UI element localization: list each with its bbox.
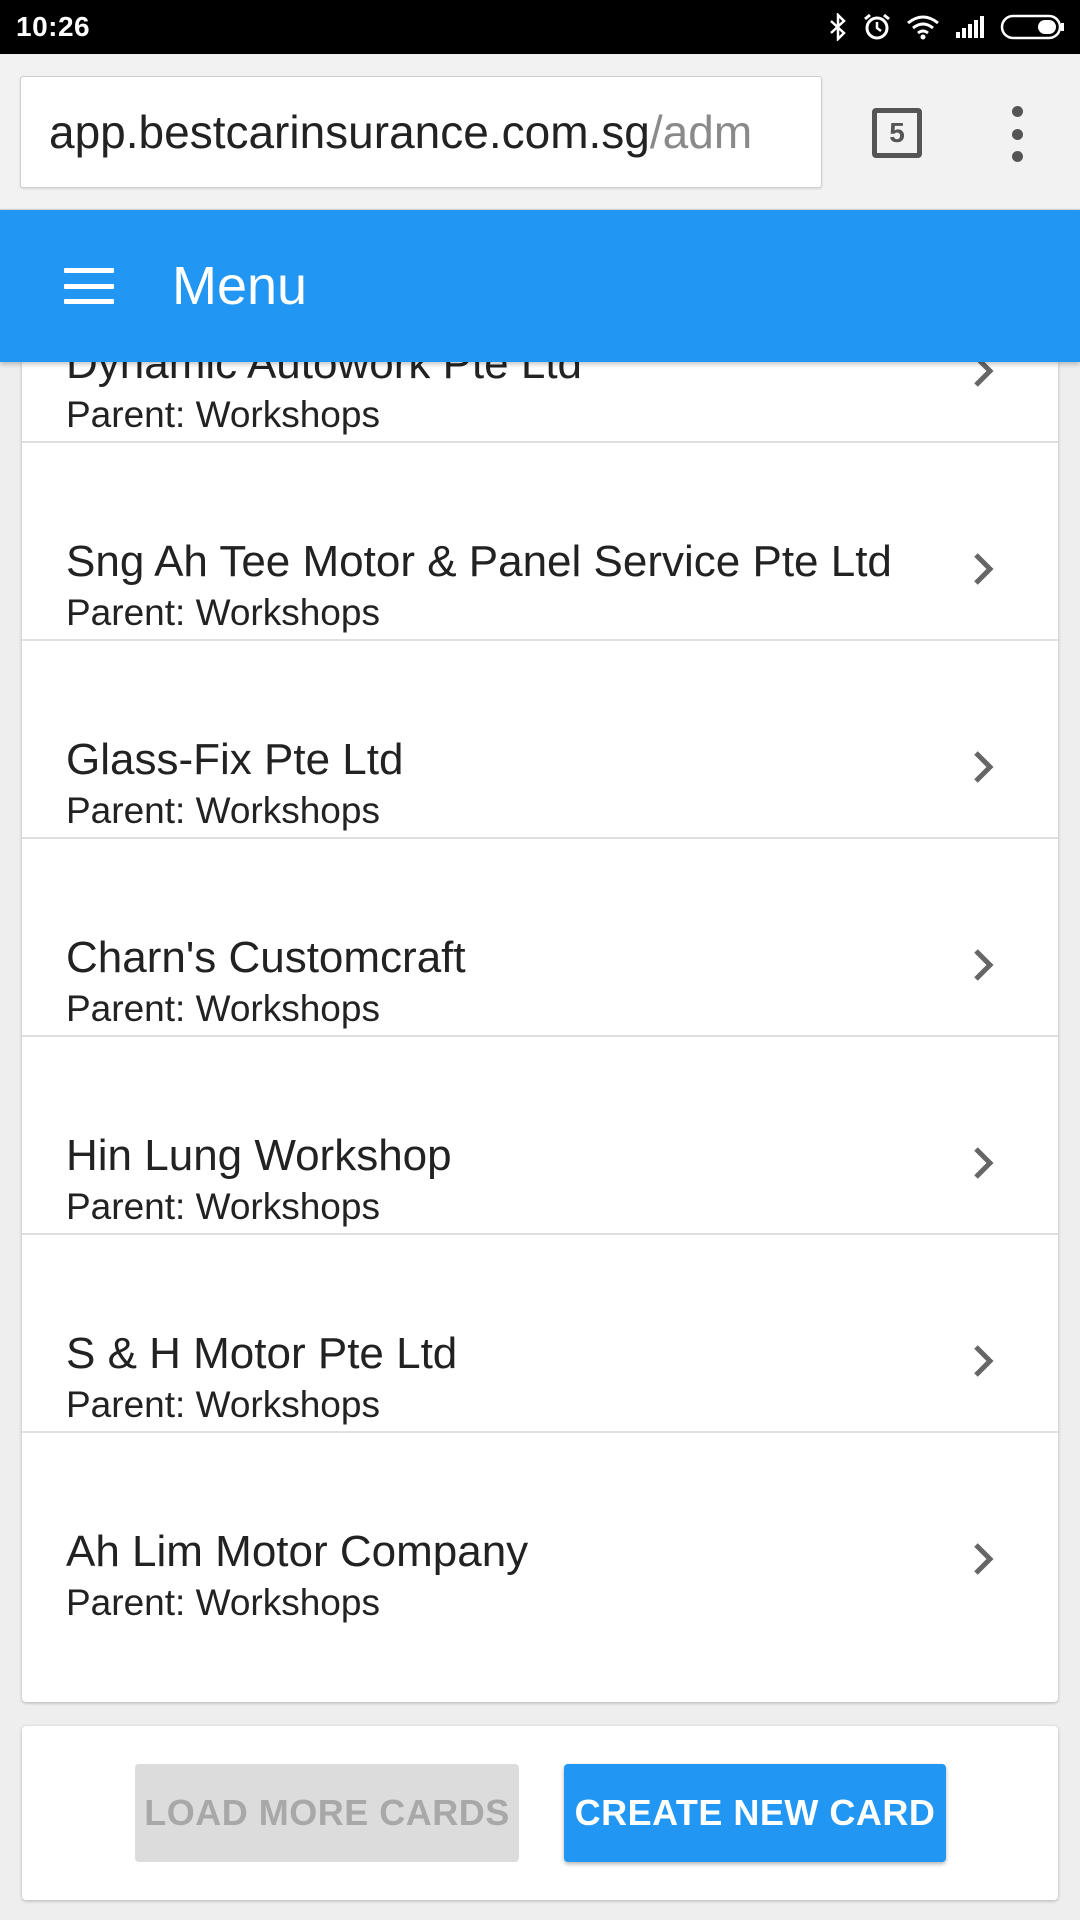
item-title: Hin Lung Workshop [66, 1131, 452, 1180]
item-title: Ah Lim Motor Company [66, 1527, 529, 1576]
dot [1011, 128, 1023, 140]
address-bar[interactable]: app.bestcarinsurance.com.sg/adm [20, 76, 822, 188]
chevron-right-icon [974, 553, 994, 585]
list-item[interactable]: Dynamic Autowork Pte Ltd Parent: Worksho… [22, 362, 1058, 443]
create-new-card-button[interactable]: CREATE NEW CARD [564, 1764, 946, 1862]
action-bar: LOAD MORE CARDS CREATE NEW CARD [22, 1726, 1058, 1900]
list-item[interactable]: S & H Motor Pte Ltd Parent: Workshops [22, 1235, 1058, 1433]
load-more-button[interactable]: LOAD MORE CARDS [135, 1764, 519, 1862]
app-bar: Menu [0, 210, 1080, 362]
item-subtitle: Parent: Workshops [66, 394, 380, 435]
chevron-right-icon [974, 1345, 994, 1377]
signal-icon [956, 16, 984, 38]
workshop-list: Dynamic Autowork Pte Ltd Parent: Worksho… [22, 362, 1058, 1702]
chevron-right-icon [974, 1543, 994, 1575]
more-options-icon[interactable] [995, 106, 1039, 162]
item-subtitle: Parent: Workshops [66, 988, 380, 1029]
browser-toolbar: app.bestcarinsurance.com.sg/adm 5 [0, 54, 1080, 210]
chevron-right-icon [974, 949, 994, 981]
url-host: app.bestcarinsurance.com.sg [49, 106, 650, 158]
list-item[interactable]: Sng Ah Tee Motor & Panel Service Pte Ltd… [22, 443, 1058, 641]
status-time: 10:26 [16, 11, 91, 42]
item-title: Charn's Customcraft [66, 933, 466, 982]
list-item[interactable]: Hin Lung Workshop Parent: Workshops [22, 1037, 1058, 1235]
list-item[interactable]: Charn's Customcraft Parent: Workshops [22, 839, 1058, 1037]
item-subtitle: Parent: Workshops [66, 1186, 380, 1227]
status-bar: 10:26 [0, 0, 1080, 54]
item-subtitle: Parent: Workshops [66, 592, 380, 633]
hamburger-icon[interactable] [64, 268, 114, 304]
list-item[interactable]: Ah Lim Motor Company Parent: Workshops [22, 1433, 1058, 1631]
menu-title[interactable]: Menu [172, 255, 307, 317]
bluetooth-icon [830, 13, 846, 41]
chevron-right-icon [974, 362, 994, 387]
wifi-icon [907, 15, 939, 40]
item-title: Dynamic Autowork Pte Ltd [66, 362, 583, 388]
alarm-icon [864, 13, 890, 40]
tab-count: 5 [889, 117, 905, 148]
item-subtitle: Parent: Workshops [66, 1582, 380, 1623]
dot [1011, 106, 1023, 117]
item-subtitle: Parent: Workshops [66, 790, 380, 831]
battery-icon [1000, 14, 1064, 40]
list-item[interactable]: Glass-Fix Pte Ltd Parent: Workshops [22, 641, 1058, 839]
dot [1011, 151, 1023, 162]
tab-switcher-button[interactable]: 5 [872, 108, 922, 158]
chevron-right-icon [974, 1147, 994, 1179]
url-path: /adm [649, 106, 753, 158]
item-title: Sng Ah Tee Motor & Panel Service Pte Ltd [66, 537, 892, 586]
status-icons [828, 12, 1066, 42]
item-subtitle: Parent: Workshops [66, 1384, 380, 1425]
chevron-right-icon [974, 751, 994, 783]
item-title: S & H Motor Pte Ltd [66, 1329, 458, 1378]
item-title: Glass-Fix Pte Ltd [66, 735, 404, 784]
